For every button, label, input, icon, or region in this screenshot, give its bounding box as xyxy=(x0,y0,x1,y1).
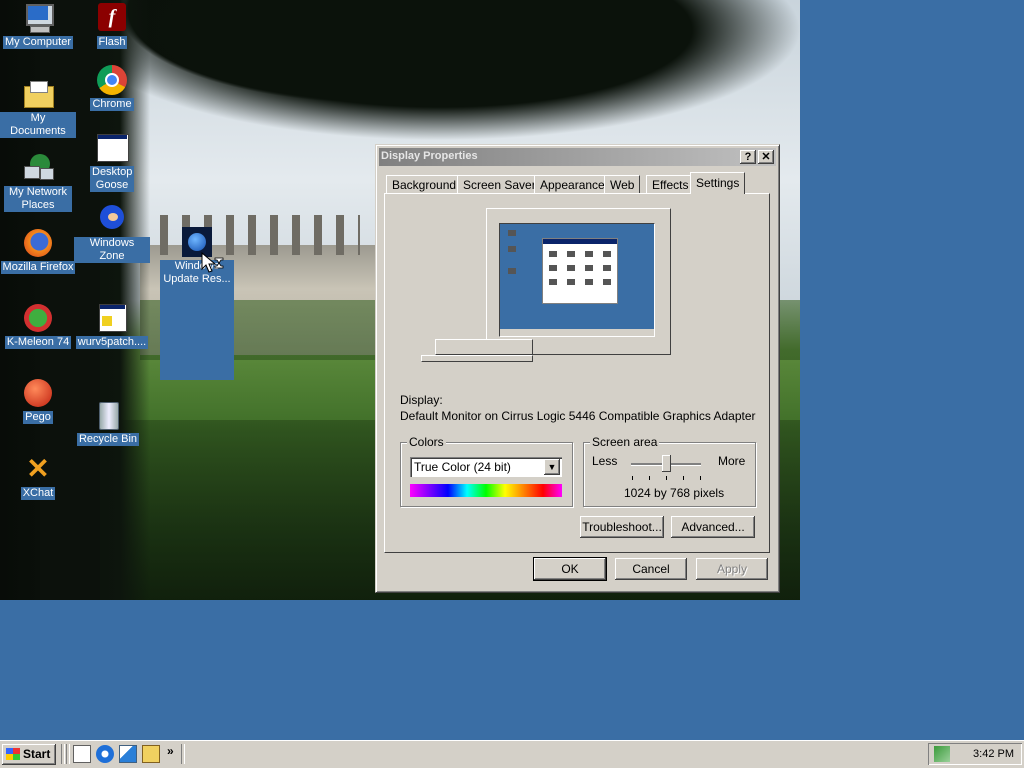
windows-logo-icon xyxy=(6,748,20,760)
explorer-icon[interactable] xyxy=(142,745,160,763)
desktop-icon-mozilla-firefox[interactable]: Mozilla Firefox xyxy=(0,227,76,274)
tab-screen-saver[interactable]: Screen Saver xyxy=(457,175,542,194)
desktop-icon-pego[interactable]: Pego xyxy=(0,377,76,424)
taskbar-separator xyxy=(66,744,70,764)
colors-group: Colors True Color (24 bit) ▼ xyxy=(400,435,573,507)
preview-window-icon xyxy=(603,265,611,271)
monitor-screen xyxy=(499,223,655,337)
monitor-base xyxy=(421,355,533,362)
tab-appearance[interactable]: Appearance xyxy=(534,175,611,194)
tab-web[interactable]: Web xyxy=(604,175,641,194)
preview-window-icon xyxy=(585,251,593,257)
desktop-icon-flash[interactable]: f Flash xyxy=(74,2,150,49)
less-label: Less xyxy=(592,454,618,468)
flash-icon: f xyxy=(96,2,128,34)
desktop-icon-recycle-bin[interactable]: Recycle Bin xyxy=(70,399,146,446)
system-tray: 3:42 PM xyxy=(928,743,1022,765)
desktop-icon-wurv5patch[interactable]: wurv5patch.... xyxy=(74,302,150,349)
title-bar[interactable]: Display Properties ? ✕ xyxy=(379,148,776,166)
desktop-icon-my-network-places[interactable]: My Network Places xyxy=(0,152,76,212)
sonic-icon xyxy=(96,203,128,235)
taskbar: Start » 3:42 PM xyxy=(0,740,1024,768)
window-title: Display Properties xyxy=(381,150,478,162)
show-desktop-icon[interactable] xyxy=(73,745,91,763)
pego-icon xyxy=(22,377,54,409)
preview-window-icon xyxy=(549,279,557,285)
desktop-icon-windows-zone[interactable]: Windows Zone xyxy=(74,203,150,263)
screen-area-group: Screen area Less More 1024 by 768 pixels xyxy=(583,435,756,507)
monitor-preview xyxy=(486,208,671,355)
preview-desktop-icon xyxy=(508,230,516,236)
preview-desktop-icon xyxy=(508,268,516,274)
clock[interactable]: 3:42 PM xyxy=(973,748,1014,760)
display-properties-window: Display Properties ? ✕ Background Screen… xyxy=(375,144,780,593)
xchat-icon: ✕ xyxy=(26,453,50,484)
ok-button[interactable]: OK xyxy=(533,557,607,581)
screen-area-slider-thumb[interactable] xyxy=(662,455,671,472)
close-button[interactable]: ✕ xyxy=(758,150,774,164)
tab-settings[interactable]: Settings xyxy=(690,172,746,194)
resolution-text: 1024 by 768 pixels xyxy=(624,486,725,500)
preview-window-icon xyxy=(585,279,593,285)
screen-area-group-label: Screen area xyxy=(590,435,660,449)
mouse-cursor-icon xyxy=(201,252,224,273)
taskbar-separator xyxy=(61,744,65,764)
preview-window-icon xyxy=(567,265,575,271)
slider-tick xyxy=(666,476,667,480)
preview-window-icon xyxy=(603,251,611,257)
cancel-button[interactable]: Cancel xyxy=(615,558,687,580)
troubleshoot-button[interactable]: Troubleshoot... xyxy=(580,516,664,538)
colors-dropdown[interactable]: True Color (24 bit) ▼ xyxy=(410,457,562,477)
preview-window-icon xyxy=(585,265,593,271)
computer-icon xyxy=(22,2,54,34)
desktop-icon-chrome[interactable]: Chrome xyxy=(74,64,150,111)
network-icon xyxy=(22,152,54,184)
preview-window-icon xyxy=(567,279,575,285)
taskbar-separator xyxy=(181,744,185,764)
monitor-stand xyxy=(435,339,533,355)
window-icon xyxy=(96,132,129,164)
preview-taskbar xyxy=(500,329,654,336)
slider-tick xyxy=(683,476,684,480)
internet-explorer-icon[interactable] xyxy=(96,745,114,763)
display-label: Display: xyxy=(400,393,443,407)
firefox-icon xyxy=(22,227,54,259)
chrome-icon xyxy=(96,64,128,96)
apply-button[interactable]: Apply xyxy=(696,558,768,580)
desktop-icon-my-documents[interactable]: My Documents xyxy=(0,78,76,138)
recycle-bin-icon xyxy=(92,399,124,431)
more-label: More xyxy=(718,454,746,468)
start-label: Start xyxy=(23,747,51,761)
start-button[interactable]: Start xyxy=(2,744,56,765)
desktop-icon-k-meleon[interactable]: K-Meleon 74 xyxy=(0,302,76,349)
colors-group-label: Colors xyxy=(407,435,446,449)
preview-window-icon xyxy=(567,251,575,257)
tab-background[interactable]: Background xyxy=(386,175,463,194)
display-adapter-text: Default Monitor on Cirrus Logic 5446 Com… xyxy=(400,409,756,423)
slider-tick xyxy=(649,476,650,480)
desktop-icon-desktop-goose[interactable]: Desktop Goose xyxy=(74,132,150,192)
quick-launch-chevron[interactable]: » xyxy=(167,744,174,758)
preview-window-icon xyxy=(549,265,557,271)
kmeleon-icon xyxy=(22,302,54,334)
desktop-icon-xchat[interactable]: ✕ XChat xyxy=(0,453,76,500)
desktop-icon-my-computer[interactable]: My Computer xyxy=(0,2,76,49)
advanced-button[interactable]: Advanced... xyxy=(671,516,755,538)
preview-window xyxy=(542,238,618,304)
outlook-express-icon[interactable] xyxy=(119,745,137,763)
chevron-down-icon[interactable]: ▼ xyxy=(544,459,560,475)
network-tray-icon[interactable] xyxy=(934,746,950,762)
preview-desktop-icon xyxy=(508,246,516,252)
slider-tick xyxy=(632,476,633,480)
slider-tick xyxy=(700,476,701,480)
preview-window-icon xyxy=(603,279,611,285)
tab-effects[interactable]: Effects xyxy=(646,175,695,194)
color-spectrum-bar xyxy=(410,484,562,497)
preview-window-icon xyxy=(549,251,557,257)
help-button[interactable]: ? xyxy=(740,150,756,164)
colors-dropdown-value: True Color (24 bit) xyxy=(414,460,511,474)
installer-icon xyxy=(96,302,128,334)
folder-icon xyxy=(22,78,54,110)
settings-panel: Display: Default Monitor on Cirrus Logic… xyxy=(384,193,770,553)
